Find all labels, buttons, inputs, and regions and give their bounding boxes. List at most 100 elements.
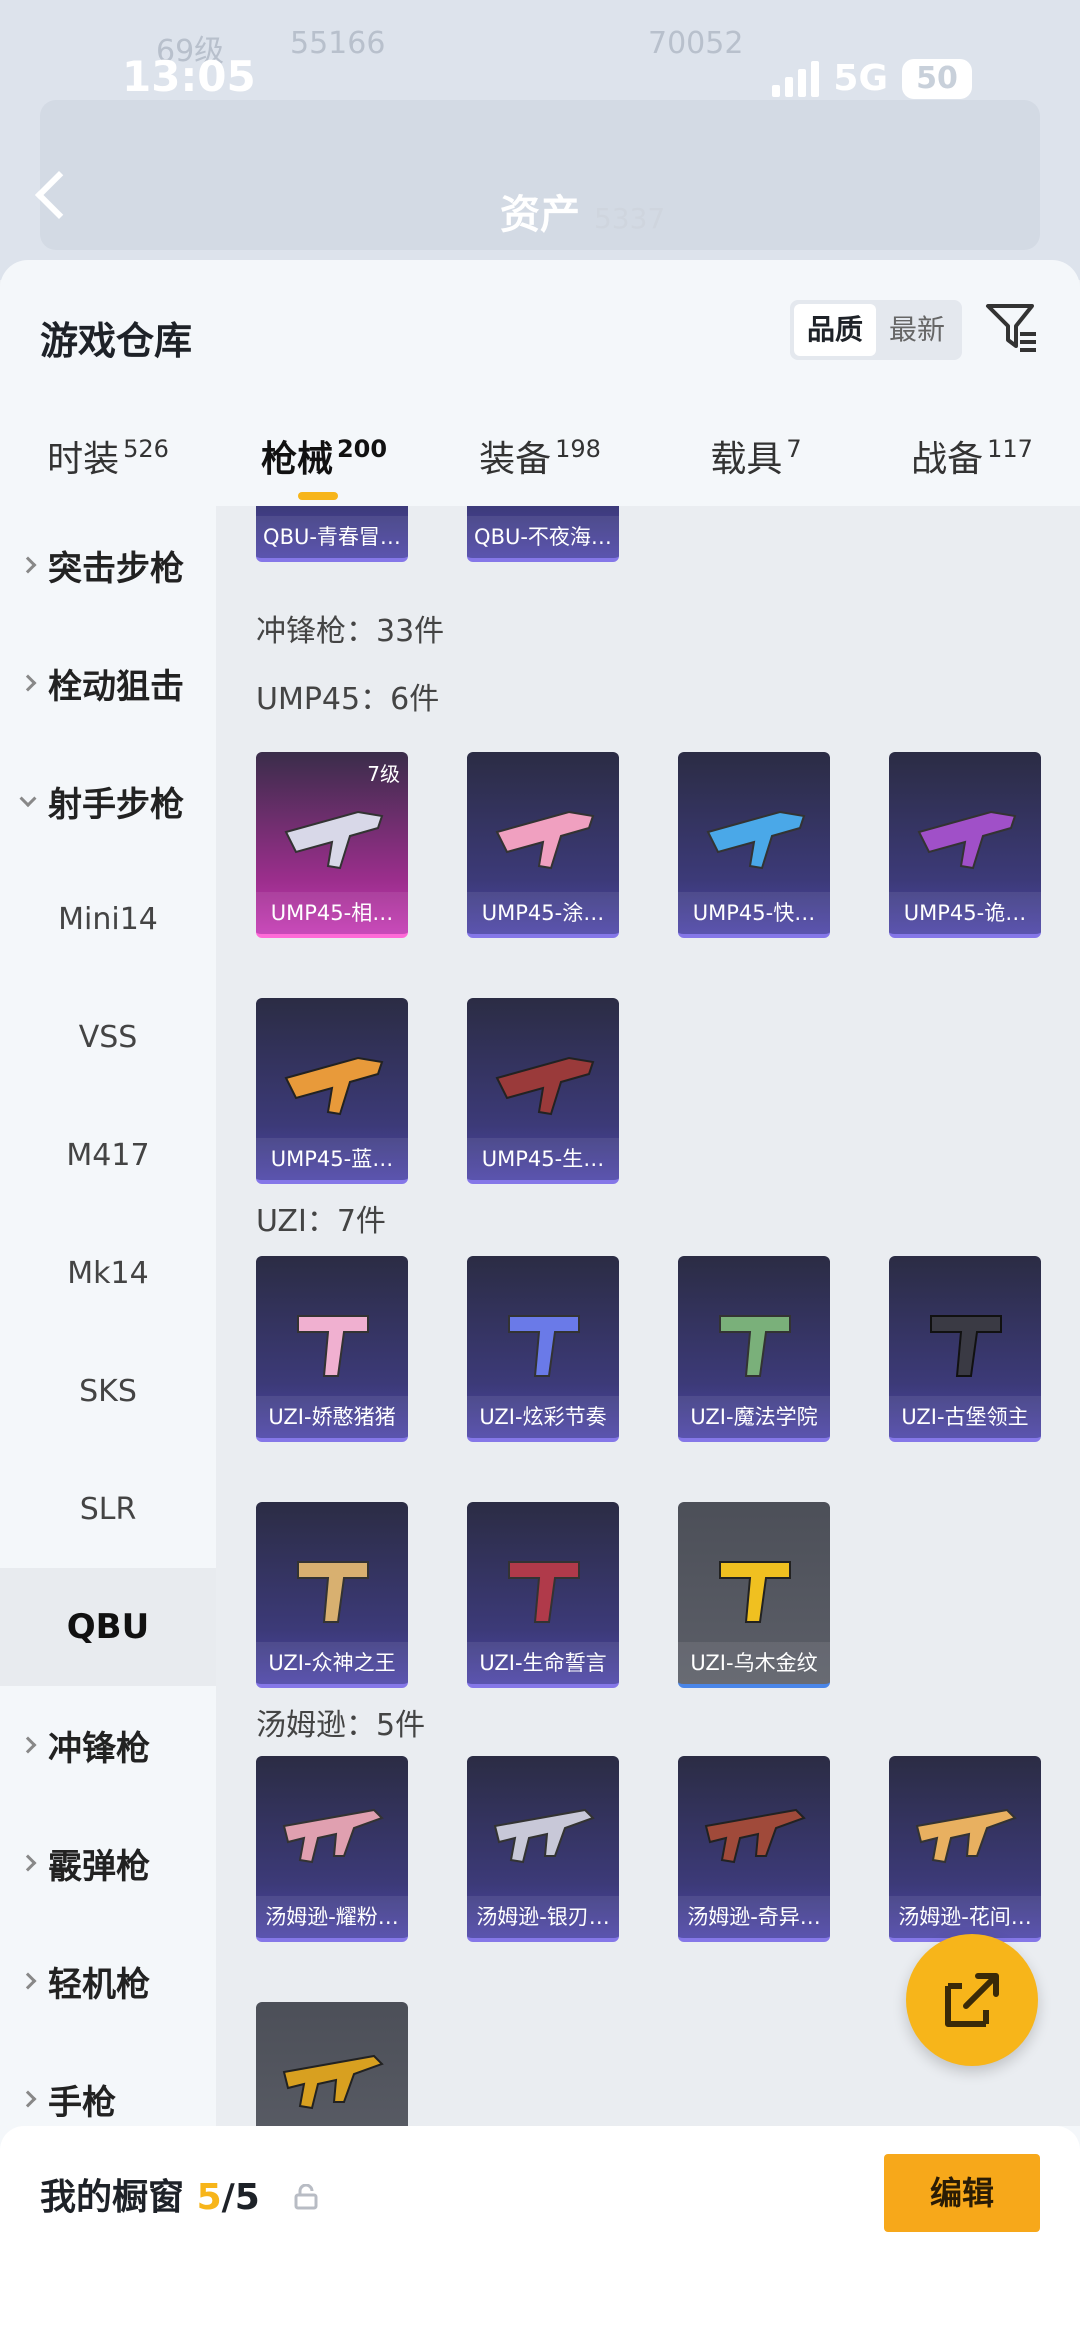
item-name: UMP45-快…	[678, 892, 830, 934]
item-card[interactable]: 汤姆逊-耀粉…	[256, 1756, 408, 1942]
filter-icon[interactable]	[982, 298, 1042, 358]
item-name: UZI-乌木金纹	[678, 1642, 830, 1684]
item-name: UZI-魔法学院	[678, 1396, 830, 1438]
signal-icon	[772, 60, 820, 97]
item-name: 汤姆逊-银刃…	[467, 1896, 619, 1938]
sidebar-item-smg[interactable]: 冲锋枪	[0, 1686, 216, 1804]
smg-icon	[284, 1056, 384, 1116]
bg-assets-value: 5337	[593, 202, 666, 235]
item-name: UMP45-涂…	[467, 892, 619, 934]
tab-vehicles[interactable]: 载具 7	[648, 410, 864, 506]
item-name: QBU-不夜海…	[467, 516, 619, 558]
chevron-right-icon	[19, 556, 37, 574]
item-card[interactable]: UZI-乌木金纹	[678, 1502, 830, 1688]
item-card[interactable]: UMP45-生…	[467, 998, 619, 1184]
item-card[interactable]	[256, 2002, 408, 2126]
sort-quality[interactable]: 品质	[794, 304, 876, 356]
uzi-icon	[297, 1315, 369, 1377]
item-card[interactable]: UZI-生命誓言	[467, 1502, 619, 1688]
item-card[interactable]: UMP45-蓝…	[256, 998, 408, 1184]
item-name: 汤姆逊-花间…	[889, 1896, 1041, 1938]
sidebar-item-mini14[interactable]: Mini14	[0, 860, 216, 978]
sort-toggle[interactable]: 品质 最新	[790, 300, 962, 360]
item-card[interactable]: QBU-不夜海…	[467, 506, 619, 562]
item-card[interactable]: UZI-炫彩节奏	[467, 1256, 619, 1442]
tommy-gun-icon	[493, 1808, 595, 1864]
edit-button[interactable]: 编辑	[884, 2154, 1040, 2232]
chevron-down-icon	[19, 790, 37, 808]
item-name: 汤姆逊-奇异…	[678, 1896, 830, 1938]
item-name: UMP45-蓝…	[256, 1138, 408, 1180]
sidebar-item-sks[interactable]: SKS	[0, 1332, 216, 1450]
chevron-right-icon	[19, 1854, 37, 1872]
uzi-icon	[719, 1561, 791, 1623]
chevron-right-icon	[19, 674, 37, 692]
item-card[interactable]: UZI-众神之王	[256, 1502, 408, 1688]
chevron-right-icon	[19, 2090, 37, 2108]
background-header: 69级 55166 70052 13:05 5G 50 资产 5337	[0, 0, 1080, 280]
sidebar-item-lmg[interactable]: 轻机枪	[0, 1922, 216, 2040]
item-name: UMP45-诡…	[889, 892, 1041, 934]
active-tab-indicator	[298, 492, 338, 500]
item-name: UMP45-生…	[467, 1138, 619, 1180]
tommy-gun-icon	[704, 1808, 806, 1864]
item-card[interactable]: UZI-魔法学院	[678, 1256, 830, 1442]
uzi-icon	[930, 1315, 1002, 1377]
item-name: UMP45-相…	[256, 892, 408, 934]
lock-icon	[294, 2184, 318, 2210]
item-card[interactable]: 汤姆逊-花间…	[889, 1756, 1041, 1942]
category-tabs: 时装 526 枪械 200 装备 198 载具 7 战备 117	[0, 410, 1080, 506]
item-card[interactable]: 汤姆逊-银刃…	[467, 1756, 619, 1942]
weapon-sidebar: 突击步枪 栓动狙击 射手步枪 Mini14 VSS M417 Mk14 SKS …	[0, 506, 216, 2126]
tommy-gun-icon	[282, 1808, 384, 1864]
item-name: UZI-生命誓言	[467, 1642, 619, 1684]
battery-icon: 50	[902, 58, 972, 99]
sidebar-item-m417[interactable]: M417	[0, 1096, 216, 1214]
smg-icon	[284, 810, 384, 870]
showcase-count: 5	[196, 2177, 222, 2218]
bg-assets-label: 资产	[500, 192, 580, 238]
item-card[interactable]: UMP45-诡…	[889, 752, 1041, 938]
tommy-gun-icon	[915, 1808, 1017, 1864]
share-button[interactable]	[906, 1934, 1038, 2066]
tab-supplies[interactable]: 战备 117	[864, 410, 1080, 506]
smg-icon	[706, 810, 806, 870]
status-time: 13:05	[122, 52, 256, 101]
smg-icon	[495, 1056, 595, 1116]
sidebar-item-slr[interactable]: SLR	[0, 1450, 216, 1568]
item-card[interactable]: QBU-青春冒…	[256, 506, 408, 562]
tab-guns[interactable]: 枪械 200	[216, 410, 432, 506]
item-card[interactable]: UZI-娇憨猪猪	[256, 1256, 408, 1442]
tommy-group-label: 汤姆逊：5件	[256, 1708, 426, 1743]
share-icon	[945, 1973, 999, 2027]
tab-equipment[interactable]: 装备 198	[432, 410, 648, 506]
sidebar-item-assault-rifle[interactable]: 突击步枪	[0, 506, 216, 624]
tab-fashion[interactable]: 时装 526	[0, 410, 216, 506]
sidebar-item-mk14[interactable]: Mk14	[0, 1214, 216, 1332]
status-right: 5G 50	[772, 58, 972, 99]
sidebar-item-dmr[interactable]: 射手步枪	[0, 742, 216, 860]
showcase-label: 我的橱窗 5/5	[40, 2177, 260, 2218]
smg-icon	[917, 810, 1017, 870]
sidebar-item-bolt-sniper[interactable]: 栓动狙击	[0, 624, 216, 742]
item-card[interactable]: 汤姆逊-奇异…	[678, 1756, 830, 1942]
uzi-group-label: UZI：7件	[256, 1204, 386, 1239]
showcase-bar: 我的橱窗 5/5 编辑	[0, 2126, 1080, 2347]
bg-assets: 资产 5337	[500, 182, 665, 240]
sidebar-item-qbu[interactable]: QBU	[0, 1568, 216, 1686]
item-card[interactable]: UMP45-涂…	[467, 752, 619, 938]
sidebar-item-vss[interactable]: VSS	[0, 978, 216, 1096]
item-card[interactable]: UZI-古堡领主	[889, 1256, 1041, 1442]
chevron-right-icon	[19, 1972, 37, 1990]
item-card[interactable]: UMP45-快…	[678, 752, 830, 938]
sidebar-item-shotgun[interactable]: 霰弹枪	[0, 1804, 216, 1922]
item-name: 汤姆逊-耀粉…	[256, 1896, 408, 1938]
item-name: UZI-娇憨猪猪	[256, 1396, 408, 1438]
sort-newest[interactable]: 最新	[876, 304, 958, 356]
page-title: 游戏仓库	[40, 319, 193, 363]
item-card[interactable]: 7级 UMP45-相…	[256, 752, 408, 938]
network-label: 5G	[833, 58, 888, 99]
uzi-icon	[508, 1315, 580, 1377]
uzi-icon	[508, 1561, 580, 1623]
smg-icon	[495, 810, 595, 870]
